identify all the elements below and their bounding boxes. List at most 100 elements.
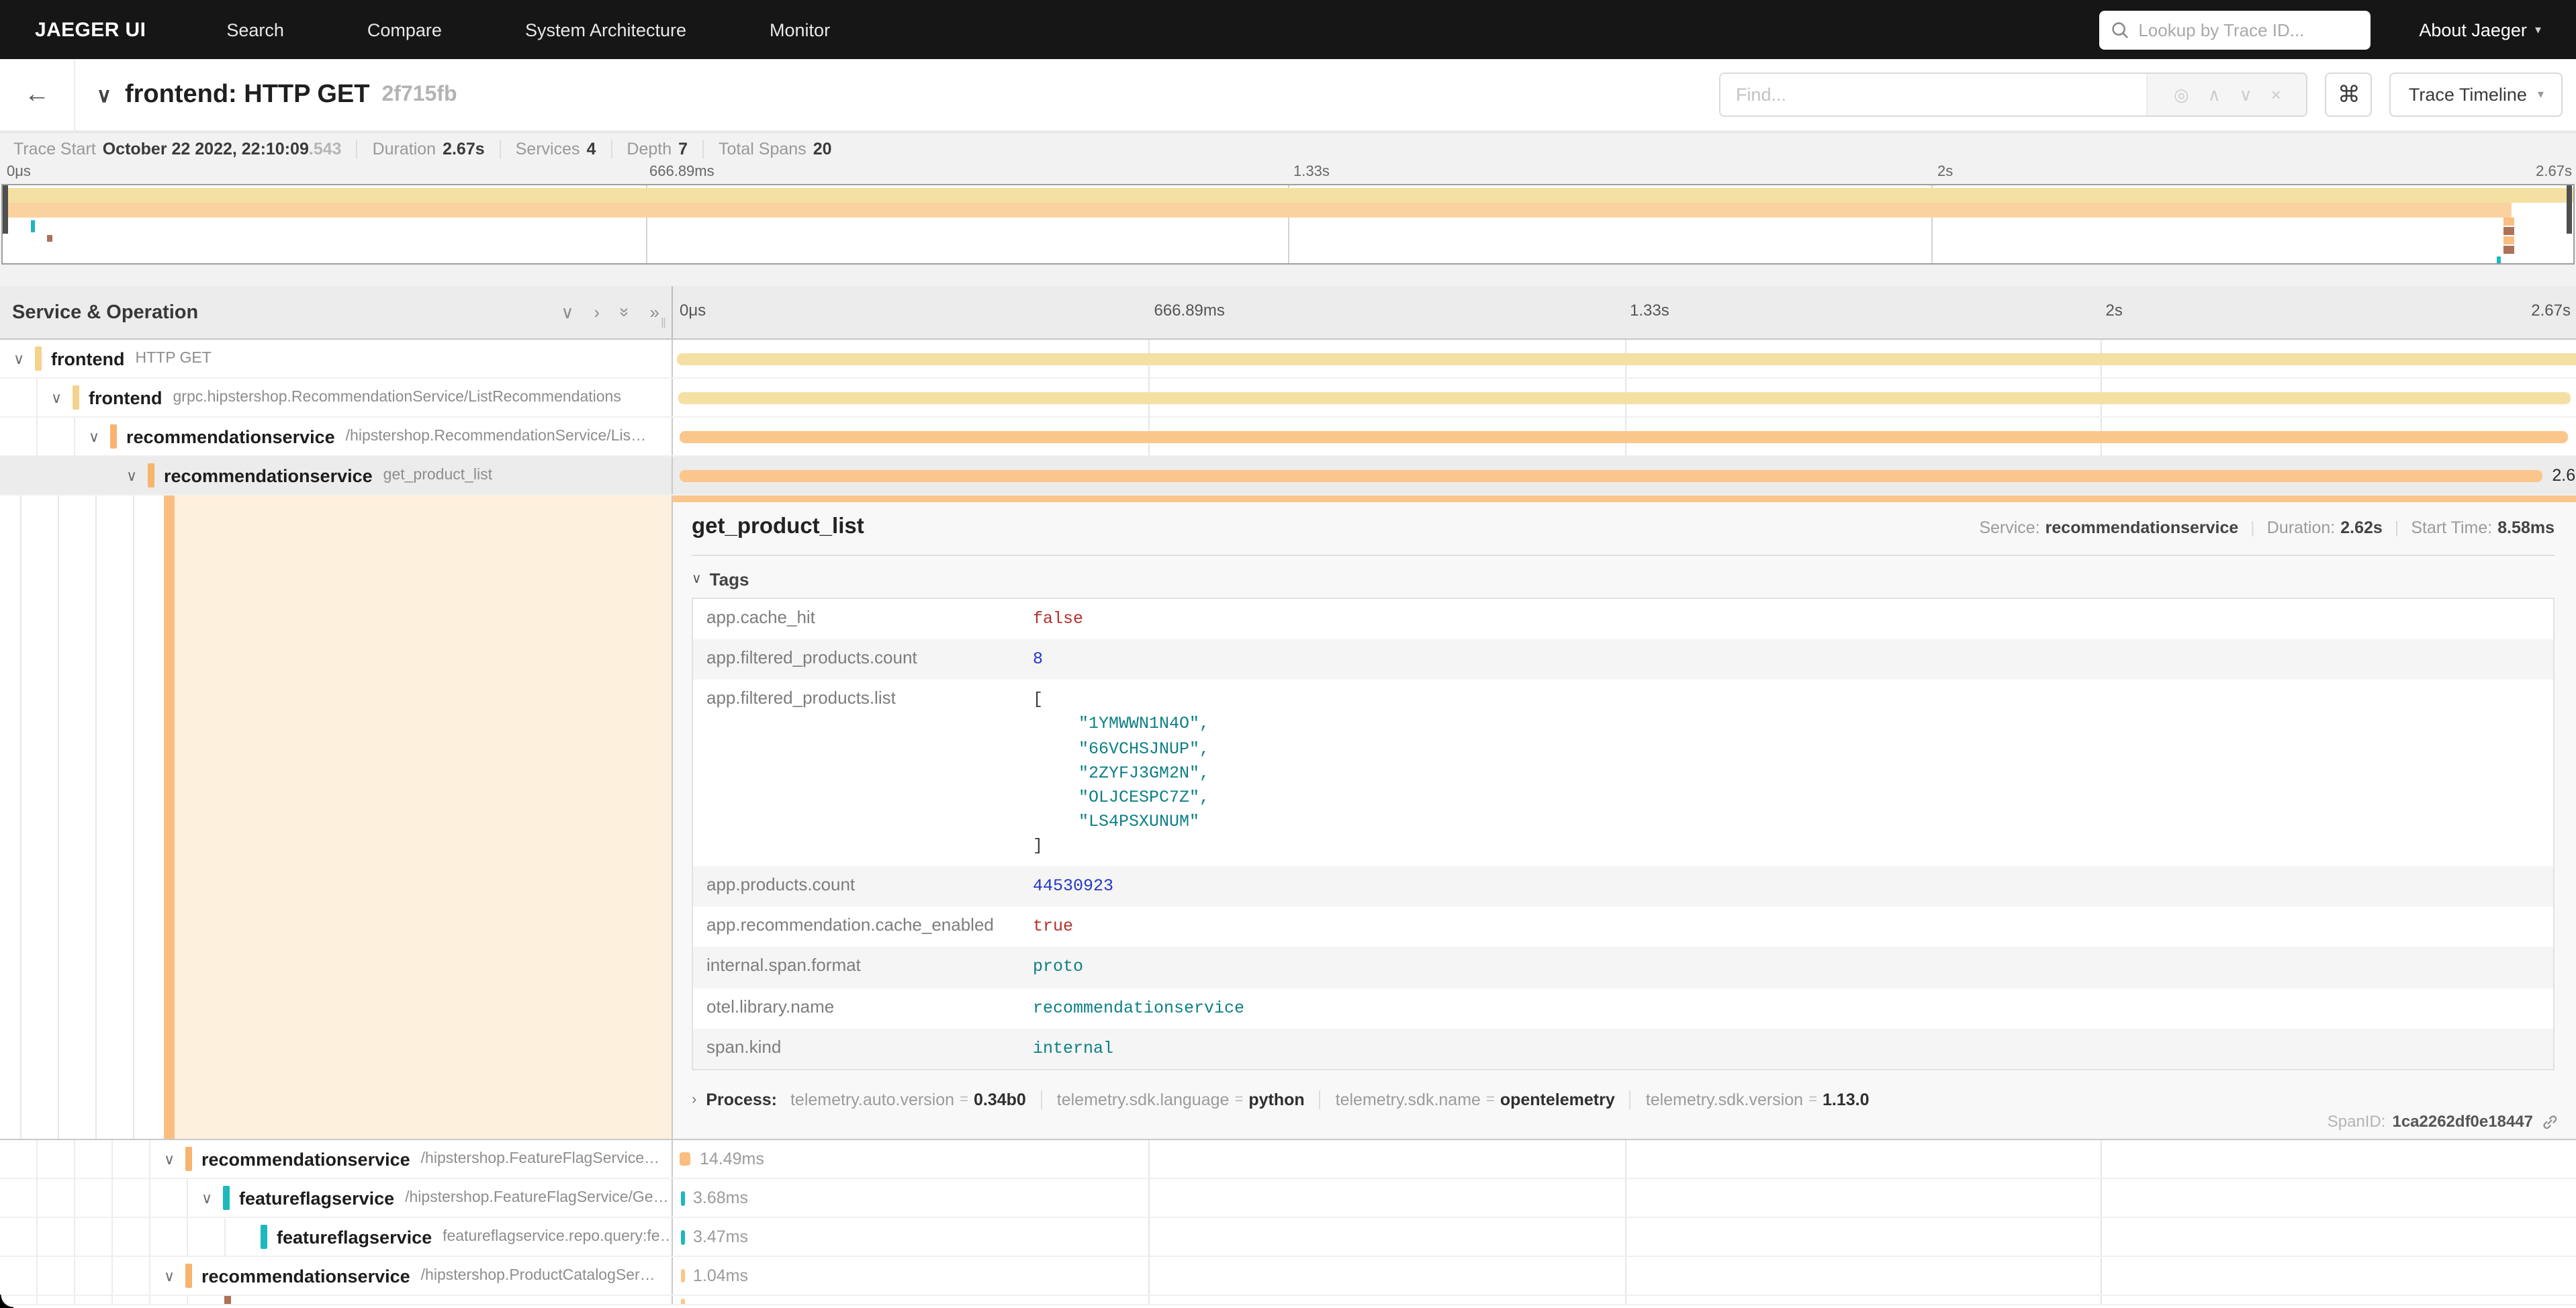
tags-section-toggle[interactable]: ∨ Tags	[692, 569, 2555, 590]
tag-row: span.kind internal	[693, 1028, 2553, 1068]
tag-row: otel.library.name recommendationservice	[693, 988, 2553, 1028]
expand-one-icon[interactable]: ›	[594, 302, 600, 322]
axis-tick: 1.33s	[1630, 301, 1669, 320]
span-row-reco-productcatalog[interactable]: ∨ recommendationservice /hipstershop.Pro…	[0, 1257, 2576, 1296]
expand-all-icon[interactable]: »	[650, 302, 659, 322]
span-bar[interactable]	[681, 1230, 685, 1245]
trace-start-value: October 22 2022, 22:10:09	[103, 139, 309, 158]
chevron-down-icon[interactable]: ∨	[89, 428, 106, 445]
span-bar[interactable]	[680, 470, 2542, 482]
span-row-featureflag-grpc[interactable]: ∨ featureflagservice /hipstershop.Featur…	[0, 1179, 2576, 1218]
minimap-left-handle[interactable]	[3, 185, 8, 234]
app-brand[interactable]: JAEGER UI	[35, 18, 146, 41]
span-bar[interactable]	[681, 1299, 684, 1304]
duration-value: 2.67s	[443, 139, 485, 158]
span-row-frontend-grpc[interactable]: ∨ frontend grpc.hipstershop.Recommendati…	[0, 379, 2576, 418]
trace-lookup-box[interactable]	[2099, 10, 2371, 49]
operation-name: /hipstershop.FeatureFlagService/Ge…	[405, 1190, 668, 1206]
span-rows: ∨ frontend HTTP GET ∨ frontend grpc.hips…	[0, 340, 2576, 1305]
operation-name: /hipstershop.ProductCatalogSer…	[421, 1268, 655, 1284]
minimap-span-right-teal	[2496, 256, 2500, 263]
process-item: telemetry.auto.version=0.34b0	[790, 1090, 1042, 1109]
nav-item-system-architecture[interactable]: System Architecture	[525, 19, 686, 40]
keyboard-shortcuts-button[interactable]: ⌘	[2326, 73, 2373, 117]
span-row-reco-featureflag[interactable]: ∨ recommendationservice /hipstershop.Fea…	[0, 1140, 2576, 1179]
trace-duration: Duration 2.67s	[373, 139, 501, 158]
span-row-partial[interactable]	[0, 1296, 2576, 1305]
operation-name: /hipstershop.RecommendationService/Lis…	[346, 428, 646, 445]
span-bar[interactable]	[681, 1269, 684, 1282]
span-bar[interactable]	[680, 1152, 690, 1166]
span-bar[interactable]	[681, 1191, 685, 1206]
tag-row: app.cache_hit false	[693, 599, 2553, 639]
tag-value: 44530923	[1019, 866, 1127, 906]
about-jaeger-menu[interactable]: About Jaeger ▾	[2419, 19, 2541, 40]
prev-result-icon[interactable]: ∧	[2208, 84, 2221, 105]
minimap-axis: 0μs 666.89ms 1.33s 2s 2.67s	[0, 164, 2576, 184]
find-input[interactable]	[1721, 74, 2147, 115]
trace-view-select[interactable]: Trace Timeline ▾	[2390, 73, 2563, 117]
tag-value: false	[1019, 599, 1097, 639]
span-row-featureflag-query[interactable]: featureflagservice featureflagservice.re…	[0, 1218, 2576, 1257]
span-bar[interactable]	[680, 431, 2567, 443]
span-duration-label: 3.68ms	[693, 1188, 748, 1207]
tag-value: internal	[1019, 1028, 1127, 1068]
minimap-tick: 2.67s	[2536, 164, 2572, 180]
span-bar[interactable]	[679, 392, 2571, 404]
span-detail-title: get_product_list	[692, 514, 864, 540]
chevron-down-icon[interactable]: ∨	[164, 1150, 181, 1168]
process-section-toggle[interactable]: › Process: telemetry.auto.version=0.34b0…	[692, 1090, 2555, 1109]
nav-item-compare[interactable]: Compare	[367, 19, 442, 40]
collapse-trace-chevron-icon[interactable]: ∨	[97, 83, 111, 107]
trace-summary: Trace Start October 22 2022, 22:10:09.54…	[0, 133, 2576, 164]
nav-item-search[interactable]: Search	[226, 19, 284, 40]
service-operation-label: Service & Operation	[12, 301, 198, 323]
duration-value: 2.62s	[2340, 518, 2383, 536]
window-corner	[0, 1295, 13, 1308]
total-spans-value: 20	[813, 139, 832, 158]
tag-row: app.products.count 44530923	[693, 866, 2553, 906]
span-row-recommendation-grpc[interactable]: ∨ recommendationservice /hipstershop.Rec…	[0, 418, 2576, 457]
clear-find-icon[interactable]: ×	[2271, 85, 2281, 105]
link-icon[interactable]	[2541, 1113, 2559, 1130]
brand-label: JAEGER UI	[35, 18, 146, 41]
next-result-icon[interactable]: ∨	[2240, 84, 2252, 105]
minimap-span-right	[2504, 236, 2515, 244]
span-row-frontend-httpget[interactable]: ∨ frontend HTTP GET	[0, 340, 2576, 379]
back-button[interactable]: ←	[0, 59, 75, 130]
service-color-chip	[110, 424, 117, 449]
span-duration-label: 14.49ms	[700, 1150, 764, 1168]
trace-depth: Depth 7	[627, 139, 704, 158]
span-duration-label: 1.04ms	[693, 1266, 748, 1285]
chevron-down-icon[interactable]: ∨	[126, 467, 144, 484]
operation-name: grpc.hipstershop.RecommendationService/L…	[173, 389, 621, 406]
minimap-right-handle[interactable]	[2567, 185, 2572, 234]
collapse-one-icon[interactable]: ∨	[561, 301, 573, 323]
operation-name: HTTP GET	[136, 351, 212, 367]
service-color-chip	[261, 1225, 267, 1249]
search-icon	[2111, 21, 2129, 38]
chevron-down-icon[interactable]: ∨	[164, 1267, 181, 1284]
tag-value: proto	[1019, 947, 1097, 988]
trace-minimap[interactable]	[1, 184, 2575, 265]
tag-key: app.products.count	[693, 866, 1019, 906]
nav-item-monitor[interactable]: Monitor	[770, 19, 830, 40]
chevron-down-icon: ▾	[2538, 87, 2544, 102]
trace-lookup-input[interactable]	[2138, 19, 2353, 40]
span-detail-gutter	[0, 496, 673, 1139]
axis-tick: 0μs	[680, 301, 706, 320]
chevron-down-icon[interactable]: ∨	[51, 389, 68, 406]
focus-target-icon[interactable]: ◎	[2174, 84, 2189, 105]
span-detail-color-bar	[164, 496, 175, 1139]
chevron-down-icon[interactable]: ∨	[201, 1189, 219, 1207]
span-row-get-product-list[interactable]: ∨ recommendationservice get_product_list…	[0, 457, 2576, 496]
chevron-down-icon[interactable]: ∨	[13, 350, 31, 367]
tag-row: app.recommendation.cache_enabled true	[693, 907, 2553, 947]
service-color-chip	[185, 1264, 192, 1288]
column-resize-handle[interactable]: ‖	[661, 317, 668, 332]
timeline-header: Service & Operation ∨ › » » ‖ 0μs 666.89…	[0, 286, 2576, 340]
span-bar[interactable]	[677, 353, 2576, 365]
collapse-all-icon[interactable]: »	[614, 308, 635, 317]
about-jaeger-label: About Jaeger	[2419, 19, 2527, 40]
trace-start-ms: .543	[309, 139, 342, 158]
